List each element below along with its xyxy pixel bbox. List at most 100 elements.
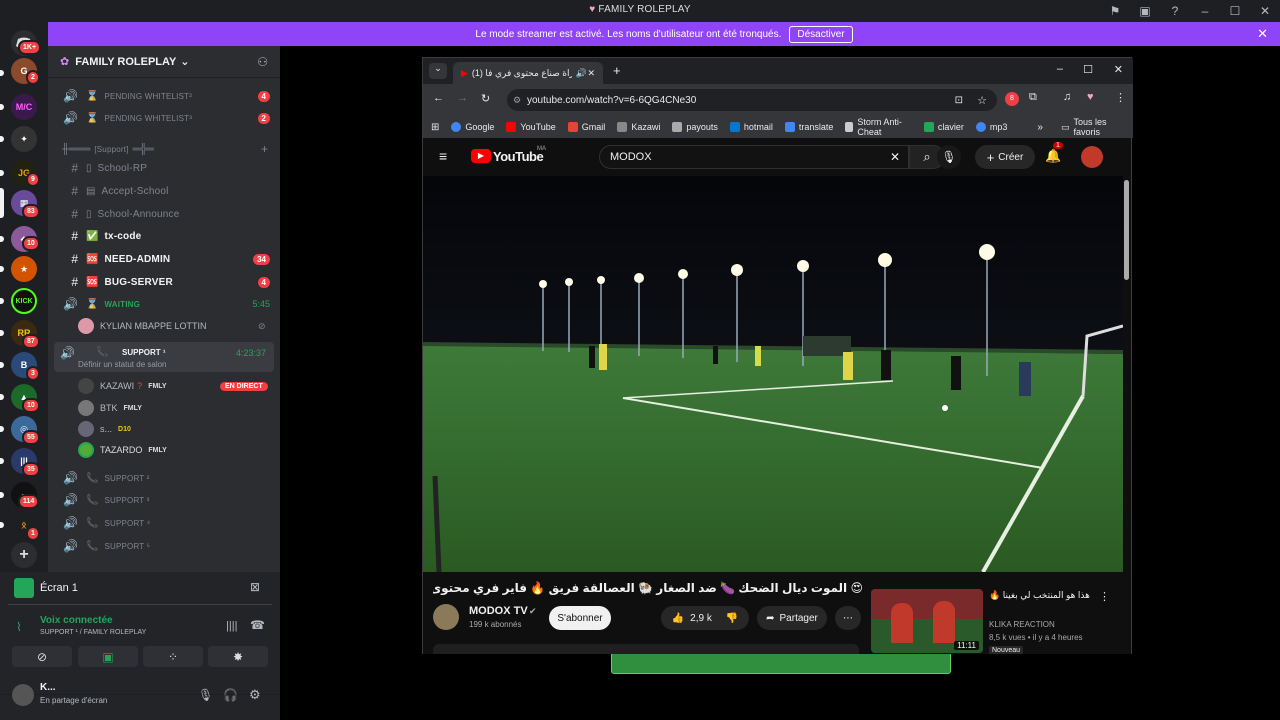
text-channel-accept-school[interactable]: # ▤ Accept-School xyxy=(48,180,280,202)
menu-icon[interactable]: ⋮ xyxy=(1115,91,1126,104)
video-player[interactable] xyxy=(423,176,1123,572)
headphones-icon[interactable]: 🎧 xyxy=(223,688,238,702)
activities-button[interactable]: ⁘ xyxy=(143,646,203,667)
close-icon[interactable]: ✕ xyxy=(1250,4,1280,18)
user-name[interactable]: K... xyxy=(40,682,56,693)
voice-channel-pending-2[interactable]: 🔊 ⌛ PENDING WHITELIST³ 2 xyxy=(48,107,280,129)
dislike-icon[interactable]: 👎 xyxy=(726,613,738,624)
related-channel[interactable]: KLIKA REACTION xyxy=(989,620,1055,629)
voice-channel-support-1[interactable]: 🔊 📞 SUPPORT ¹ 4:23:37 Définir un statut … xyxy=(54,342,274,372)
voice-channel-waiting[interactable]: 🔊 ⌛ WAITING 5:45 xyxy=(48,293,280,315)
related-more-icon[interactable]: ⋮ xyxy=(1099,590,1110,603)
invite-icon[interactable]: ⚇ xyxy=(257,55,268,69)
bookmark-item[interactable]: hotmail xyxy=(729,122,773,132)
voice-status[interactable]: Voix connectée xyxy=(40,615,113,626)
tab-search-icon[interactable]: ⌄ xyxy=(429,63,447,79)
bookmark-star-icon[interactable]: ☆ xyxy=(977,94,987,107)
voice-user[interactable]: s... D10 xyxy=(78,419,131,439)
clear-search-icon[interactable]: ✕ xyxy=(890,150,900,164)
youtube-logo-icon[interactable]: ▶ xyxy=(471,149,491,163)
server-icon[interactable]: ✦ xyxy=(11,126,37,152)
scrollbar-track[interactable] xyxy=(1123,176,1131,654)
bookmark-item[interactable]: mp3 xyxy=(975,122,1007,132)
bookmark-item[interactable]: payouts xyxy=(672,122,718,132)
microphone-icon[interactable]: 🎙 xyxy=(937,145,961,169)
kick-server-icon[interactable]: KICK xyxy=(11,288,37,314)
bookmark-item[interactable]: Storm Anti-Cheat xyxy=(845,117,911,137)
disconnect-icon[interactable]: ☎ xyxy=(250,618,265,632)
media-icon[interactable]: ♫ xyxy=(1063,91,1071,103)
voice-channel-support-2[interactable]: 🔊 📞 SUPPORT ² xyxy=(48,467,280,489)
maximize-icon[interactable]: ☐ xyxy=(1083,63,1093,76)
create-button[interactable]: + Créer xyxy=(975,145,1035,169)
disable-button[interactable]: Désactiver xyxy=(789,25,853,43)
share-button[interactable]: ➦ Partager xyxy=(757,606,827,630)
text-channel-need-admin[interactable]: # 🆘 NEED-ADMIN 34 xyxy=(48,248,280,270)
settings-gear-icon[interactable]: ⚙ xyxy=(249,687,261,703)
related-thumbnail[interactable]: 11:11 xyxy=(871,589,983,653)
bookmark-item[interactable]: translate xyxy=(784,122,833,132)
search-input[interactable]: MODOX ✕ xyxy=(599,145,909,169)
tab-close-icon[interactable]: ✕ xyxy=(587,68,595,79)
like-icon[interactable]: 👍 xyxy=(672,613,684,624)
hamburger-icon[interactable]: ≡ xyxy=(439,148,447,164)
bookmark-item[interactable]: clavier xyxy=(923,122,964,132)
back-icon[interactable]: ← xyxy=(433,92,444,104)
install-icon[interactable]: ⊡ xyxy=(955,95,963,106)
notifications-bell-icon[interactable]: 🔔 xyxy=(1045,148,1061,164)
channel-status[interactable]: Définir un statut de salon xyxy=(78,360,167,369)
new-tab-icon[interactable]: + xyxy=(613,63,621,78)
server-header[interactable]: ✿ FAMILY ROLEPLAY ⌄ ⚇ xyxy=(48,46,280,78)
minimize-icon[interactable]: – xyxy=(1057,63,1063,75)
inbox-icon[interactable]: ⚑ xyxy=(1100,4,1130,18)
bookmark-item[interactable]: Gmail xyxy=(567,122,605,132)
text-channel-bug-server[interactable]: # 🆘 BUG-SERVER 4 xyxy=(48,271,280,293)
channel-name[interactable]: MODOX TV xyxy=(469,605,528,617)
voice-user[interactable]: BTK FMLY xyxy=(78,398,142,418)
server-icon[interactable]: ★ xyxy=(11,256,37,282)
profile-icon[interactable]: ♥ xyxy=(1087,91,1094,103)
text-channel-tx-code[interactable]: # ✅ tx-code xyxy=(48,225,280,247)
screen-share-button[interactable]: ▣ xyxy=(78,646,138,667)
more-bookmarks-icon[interactable]: » xyxy=(1037,122,1043,133)
youtube-logo-text[interactable]: YouTube xyxy=(493,149,544,164)
voice-user[interactable]: TAZARDO FMLY xyxy=(78,440,167,460)
camera-off-button[interactable]: ⊘ xyxy=(12,646,72,667)
close-icon[interactable]: ✕ xyxy=(1114,63,1123,76)
text-channel-school-rp[interactable]: # ▯ School-RP xyxy=(48,157,280,179)
description-box[interactable] xyxy=(433,644,859,654)
stop-share-icon[interactable]: ⊠ xyxy=(250,580,260,594)
maximize-icon[interactable]: ☐ xyxy=(1220,4,1250,18)
extensions-icon[interactable]: ⧉ xyxy=(1029,91,1037,104)
soundboard-button[interactable]: ✸ xyxy=(208,646,268,667)
minimize-icon[interactable]: – xyxy=(1190,4,1220,18)
add-server-icon[interactable]: + xyxy=(11,542,37,568)
noise-suppression-icon[interactable]: |||| xyxy=(226,620,237,632)
avatar[interactable] xyxy=(12,684,34,706)
channel-avatar[interactable] xyxy=(433,604,459,630)
more-actions-icon[interactable]: ⋯ xyxy=(835,606,861,630)
extension-badge[interactable]: 8 xyxy=(1005,92,1019,106)
scrollbar-thumb[interactable] xyxy=(1124,180,1129,280)
bookmark-item[interactable]: Kazawi xyxy=(617,122,660,132)
text-channel-school-announce[interactable]: # ▯ School-Announce xyxy=(48,203,280,225)
all-bookmarks[interactable]: ▭ Tous les favoris xyxy=(1061,117,1121,137)
voice-channel-support-3[interactable]: 🔊 📞 SUPPORT ³ xyxy=(48,489,280,511)
apps-icon[interactable]: ⊞ xyxy=(431,122,439,133)
forward-icon[interactable]: → xyxy=(457,92,468,104)
reload-icon[interactable]: ↻ xyxy=(481,92,490,105)
voice-channel-support-5[interactable]: 🔊 📞 SUPPORT ⁵ xyxy=(48,535,280,557)
bookmark-item[interactable]: Google xyxy=(451,122,494,132)
bookmark-item[interactable]: YouTube xyxy=(506,122,556,132)
help-icon[interactable]: ? xyxy=(1160,4,1190,18)
server-icon[interactable]: M/C xyxy=(11,94,37,120)
browser-tab[interactable]: ▶ (1) مباراة صناع محتوى فري فا 🔊 ✕ xyxy=(453,62,603,84)
subscribe-button[interactable]: S'abonner xyxy=(549,606,611,630)
account-avatar[interactable] xyxy=(1081,146,1103,168)
add-channel-icon[interactable]: + xyxy=(261,142,268,156)
site-info-icon[interactable]: ⚙ xyxy=(513,95,521,106)
address-bar[interactable]: ⚙ youtube.com/watch?v=6-6QG4CNe30 ⊡ ☆ xyxy=(507,89,997,111)
voice-channel-support-4[interactable]: 🔊 📞 SUPPORT ⁴ xyxy=(48,512,280,534)
voice-user[interactable]: KAZAWI? FMLY EN DIRECT xyxy=(78,376,268,396)
voice-user[interactable]: KYLIAN MBAPPE LOTTIN ⊘ xyxy=(78,316,266,336)
